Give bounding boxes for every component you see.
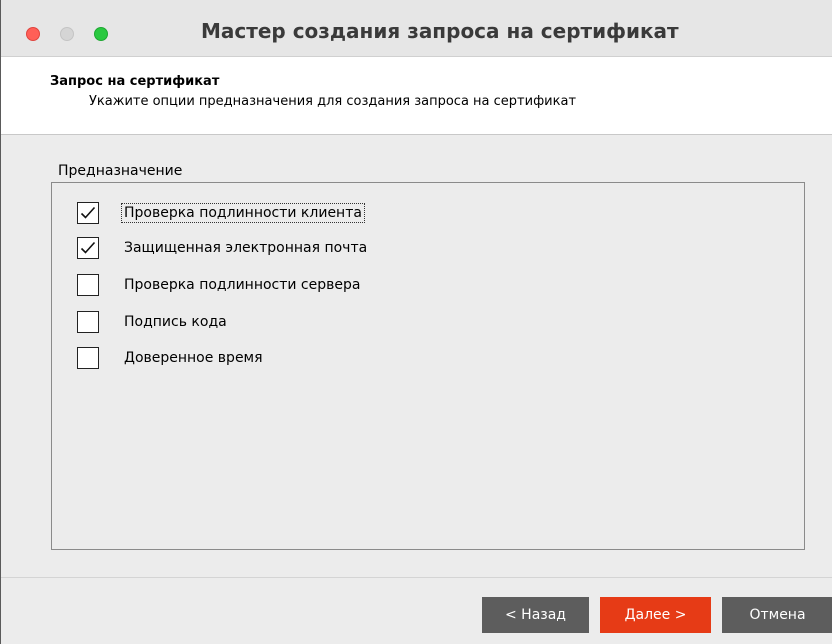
wizard-window: Мастер создания запроса на сертификат За… — [0, 0, 832, 644]
page-title: Запрос на сертификат — [50, 74, 220, 89]
option-code-signing[interactable]: Подпись кода — [77, 310, 229, 334]
checkmark-icon — [80, 241, 96, 254]
checkmark-icon — [80, 206, 96, 219]
time-stamping-label[interactable]: Доверенное время — [122, 349, 265, 367]
close-window-button[interactable] — [26, 27, 40, 41]
code-signing-label[interactable]: Подпись кода — [122, 313, 229, 331]
page-subtitle: Укажите опции предназначения для создани… — [89, 94, 577, 109]
time-stamping-checkbox[interactable] — [77, 347, 99, 369]
next-button[interactable]: Далее > — [600, 597, 711, 633]
title-bar: Мастер создания запроса на сертификат — [1, 0, 832, 57]
back-button[interactable]: < Назад — [482, 597, 589, 633]
client-auth-checkbox[interactable] — [77, 202, 99, 224]
option-client-auth[interactable]: Проверка подлинности клиента — [77, 201, 365, 225]
minimize-window-button[interactable] — [60, 27, 74, 41]
server-auth-checkbox[interactable] — [77, 274, 99, 296]
footer-separator — [1, 577, 832, 578]
purpose-group-label: Предназначение — [58, 163, 183, 179]
window-title: Мастер создания запроса на сертификат — [201, 19, 679, 43]
cancel-button[interactable]: Отмена — [722, 597, 832, 633]
secure-email-checkbox[interactable] — [77, 237, 99, 259]
code-signing-checkbox[interactable] — [77, 311, 99, 333]
secure-email-label[interactable]: Защищенная электронная почта — [122, 239, 369, 257]
option-secure-email[interactable]: Защищенная электронная почта — [77, 236, 369, 260]
wizard-header: Запрос на сертификат Укажите опции предн… — [1, 57, 832, 135]
server-auth-label[interactable]: Проверка подлинности сервера — [122, 276, 362, 294]
client-auth-label[interactable]: Проверка подлинности клиента — [121, 203, 365, 223]
option-time-stamping[interactable]: Доверенное время — [77, 346, 265, 370]
option-server-auth[interactable]: Проверка подлинности сервера — [77, 273, 362, 297]
zoom-window-button[interactable] — [94, 27, 108, 41]
